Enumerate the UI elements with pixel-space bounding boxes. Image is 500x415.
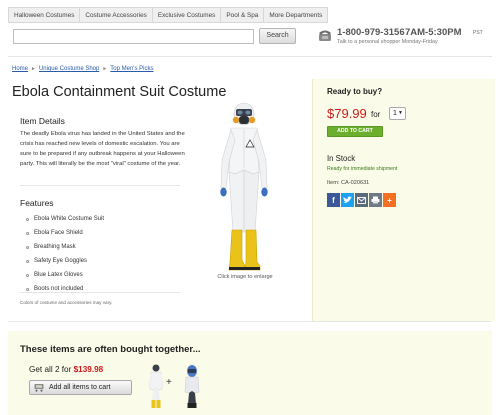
breadcrumb-home[interactable]: Home [12,66,28,72]
facebook-icon[interactable]: f [327,193,340,207]
item-number: Item: CA-020631 [327,180,370,186]
search-button[interactable]: Search [259,28,296,44]
product-description: The deadly Ebola virus has landed in the… [20,131,185,167]
email-icon[interactable] [355,193,368,207]
product-price: $79.99 [327,106,367,121]
breadcrumb-unique-costume-shop[interactable]: Unique Costume Shop [39,66,99,72]
bought-together-heading: These items are often bought together... [20,344,201,355]
product-image[interactable] [209,100,279,272]
enlarge-caption[interactable]: Click image to enlarge [205,274,285,280]
cart-icon [34,384,44,392]
feature-text: Ebola White Costume Suit [34,216,105,222]
add-all-to-cart-button[interactable]: Add all items to cart [29,380,132,395]
bundle-offer-label: Get all 2 for [29,365,72,374]
share-icons: f + [327,193,396,207]
feature-text: Ebola Face Shield [34,230,83,236]
feature-item: Safety Eye Goggles [20,254,180,268]
nav-tab-halloween-costumes[interactable]: Halloween Costumes [8,7,81,23]
phone-number: 1-800-979-3156 [337,27,405,38]
feature-item: Blue Latex Gloves [20,268,180,282]
bundle-item-costume-thumbnail[interactable] [146,363,166,409]
breadcrumb-separator-icon: ► [31,66,36,72]
features-list: Ebola White Costume Suit Ebola Face Shie… [20,212,180,296]
nav-tab-costume-accessories[interactable]: Costume Accessories [80,7,153,23]
section-divider [8,321,492,322]
print-icon[interactable] [369,193,382,207]
bundle-item-accessory-thumbnail[interactable] [181,364,203,409]
plus-icon: + [166,377,172,388]
ready-to-buy-heading: Ready to buy? [327,87,383,96]
bullet-icon [26,245,29,249]
add-to-cart-button[interactable]: ADD TO CART [327,126,383,137]
feature-item: Breathing Mask [20,240,180,254]
bundle-price: $139.98 [73,365,104,374]
bullet-icon [26,231,29,235]
add-all-label: Add all items to cart [49,384,111,391]
quantity-value: 1 [393,110,397,117]
shipping-status: Ready for immediate shipment [327,166,398,172]
header-divider [8,56,492,57]
search-input[interactable] [13,29,254,44]
bundle-offer: Get all 2 for $139.98 [29,365,103,374]
bullet-icon [26,217,29,221]
phone-subtext: Talk to a personal shopper Monday-Friday [337,39,438,45]
page-title: Ebola Containment Suit Costume [12,84,227,100]
item-details-heading: Item Details [20,116,65,126]
twitter-icon[interactable] [341,193,354,207]
phone-hours: 7AM-5:30PM [405,27,462,38]
nav-tab-exclusive-costumes[interactable]: Exclusive Costumes [152,7,222,23]
bought-together-section: These items are often bought together...… [8,331,492,415]
features-heading: Features [20,198,54,208]
feature-item: Ebola White Costume Suit [20,212,180,226]
bullet-icon [26,259,29,263]
nav-tab-more-departments[interactable]: More Departments [264,7,329,23]
phone-timezone: PST [473,30,483,36]
feature-text: Blue Latex Gloves [34,272,83,278]
feature-item: Ebola Face Shield [20,226,180,240]
breadcrumb: Home ► Unique Costume Shop ► Top Men's Picks [12,66,153,72]
features-divider [20,292,180,293]
color-disclaimer: Colors of costume and accessories may va… [20,300,113,305]
feature-text: Breathing Mask [34,244,76,250]
bullet-icon [26,273,29,277]
details-divider [20,185,180,186]
feature-text: Safety Eye Goggles [34,258,88,264]
chevron-down-icon: ▼ [398,110,403,116]
quantity-label: for [371,110,381,119]
bullet-icon [26,287,29,291]
breadcrumb-top-mens-picks[interactable]: Top Men's Picks [110,66,153,72]
nav-tab-pool-spa[interactable]: Pool & Spa [221,7,265,23]
stock-status: In Stock [327,154,356,163]
phone-icon [319,30,331,41]
breadcrumb-separator-icon: ► [102,66,108,72]
plus-share-icon[interactable]: + [383,193,396,207]
feature-item: Boots not included [20,282,180,296]
quantity-select[interactable]: 1 ▼ [389,107,406,120]
top-nav: Halloween Costumes Costume Accessories E… [8,7,329,23]
buy-box: Ready to buy? $79.99 for 1 ▼ ADD TO CART… [312,79,495,321]
